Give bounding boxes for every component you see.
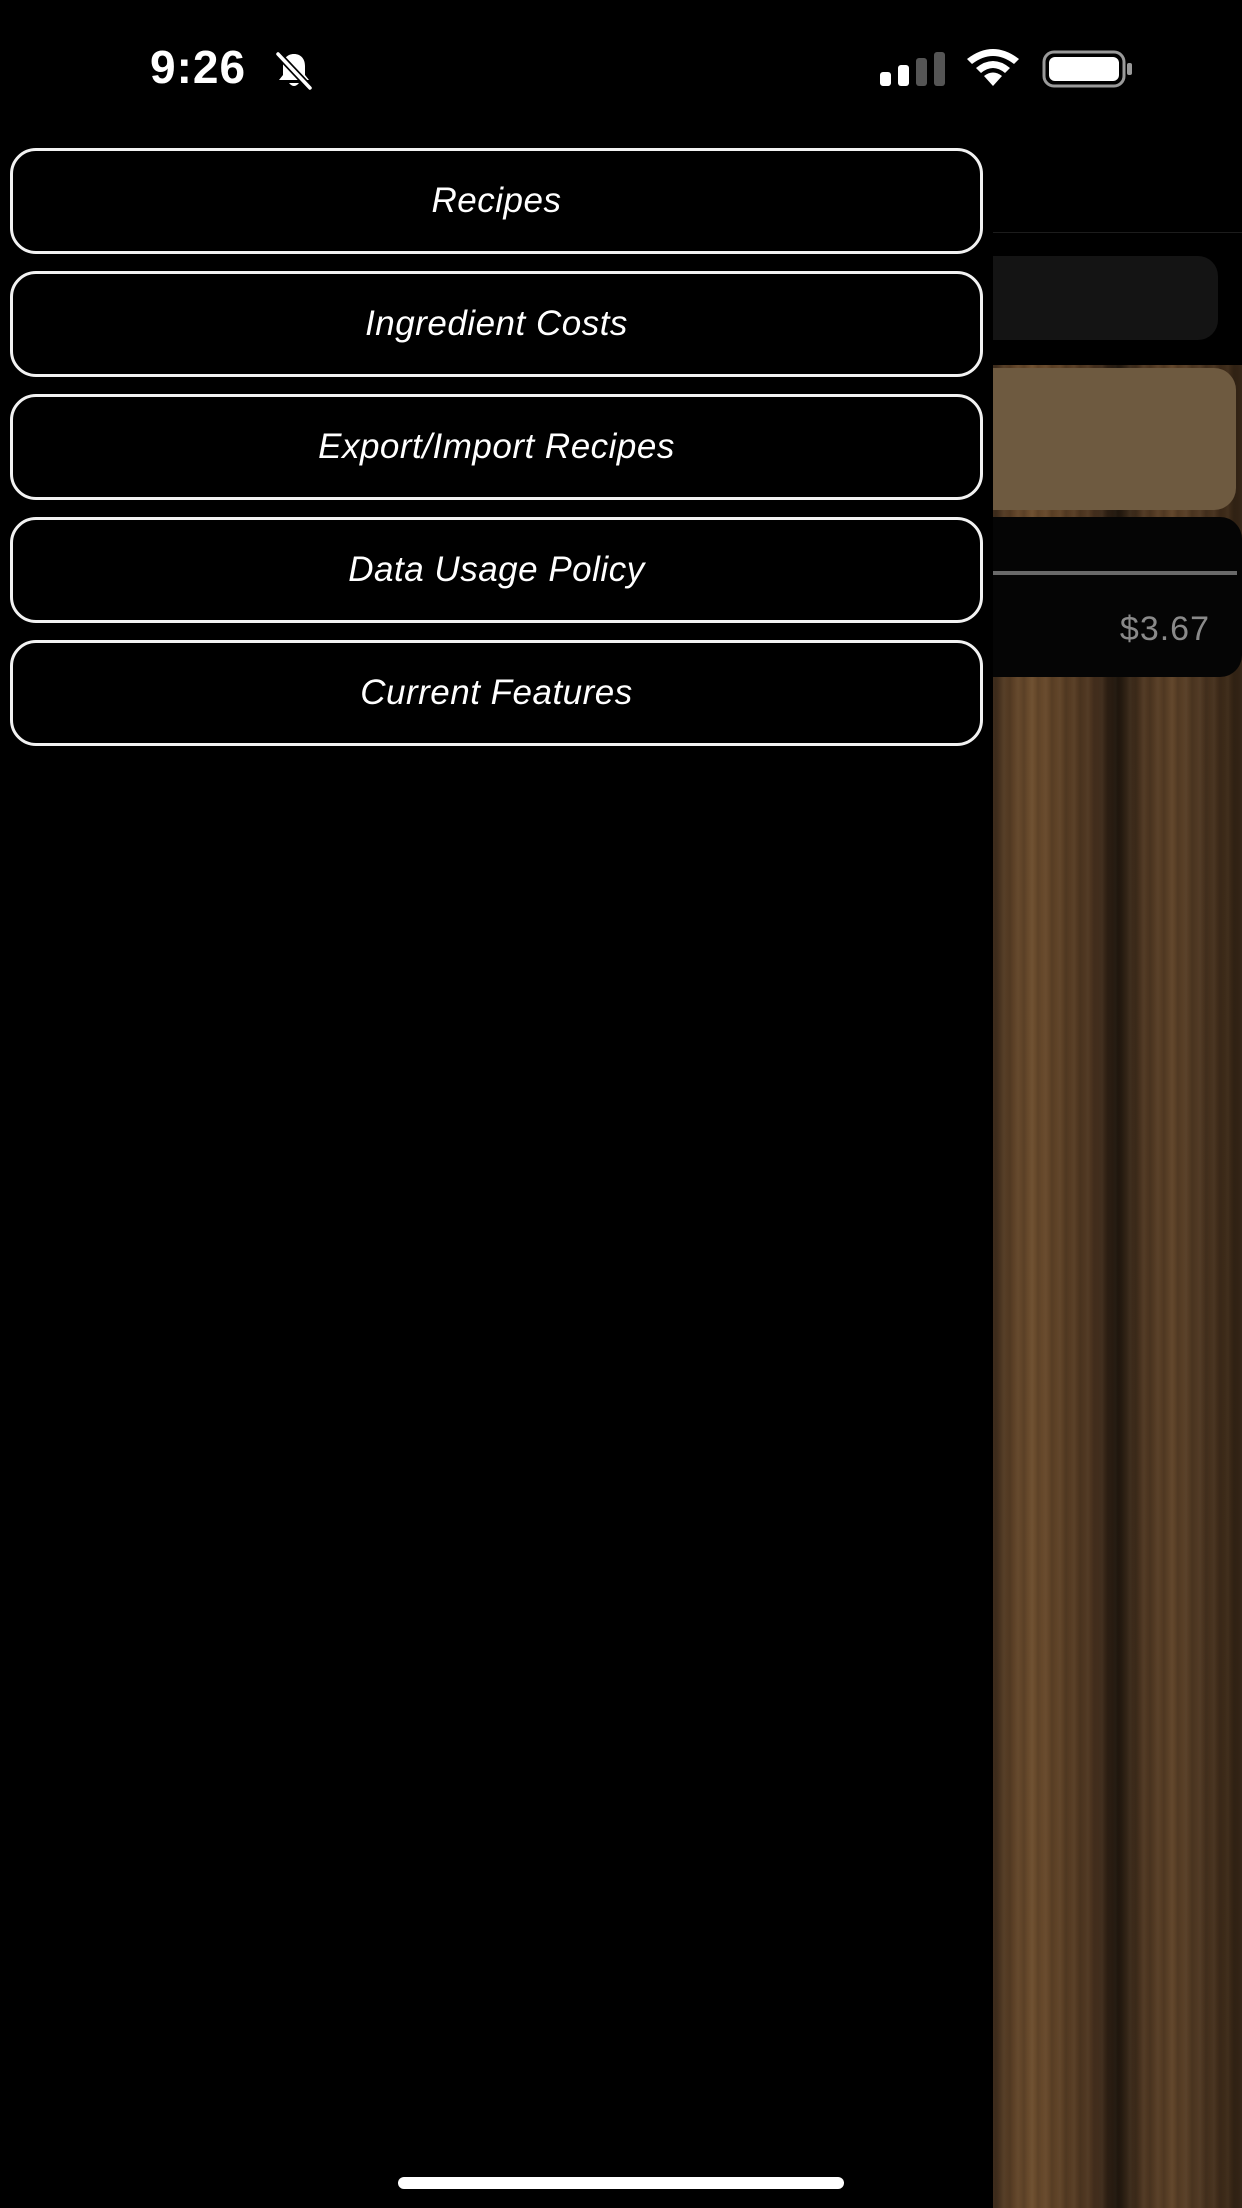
background-search-field[interactable] bbox=[993, 256, 1218, 340]
home-indicator[interactable] bbox=[398, 2177, 844, 2189]
status-time: 9:26 bbox=[150, 41, 247, 93]
menu-item-export-import-recipes[interactable]: Export/Import Recipes bbox=[10, 394, 983, 500]
side-menu: Recipes Ingredient Costs Export/Import R… bbox=[10, 148, 983, 763]
background-price-label: $3.67 bbox=[1119, 610, 1210, 648]
menu-item-data-usage-policy[interactable]: Data Usage Policy bbox=[10, 517, 983, 623]
menu-item-ingredient-costs[interactable]: Ingredient Costs bbox=[10, 271, 983, 377]
wifi-icon bbox=[967, 49, 1019, 86]
menu-item-recipes[interactable]: Recipes bbox=[10, 148, 983, 254]
background-divider bbox=[993, 571, 1237, 575]
status-bar: 9:26 bbox=[0, 0, 1242, 140]
menu-item-current-features[interactable]: Current Features bbox=[10, 640, 983, 746]
background-recipe-card[interactable] bbox=[993, 368, 1236, 510]
screen: $3.67 9:26 Recipes Ingredient Costs Expo… bbox=[0, 0, 1242, 2208]
bell-slash-icon bbox=[275, 51, 313, 91]
background-nav-bar bbox=[993, 150, 1242, 233]
cellular-signal-icon bbox=[880, 52, 945, 86]
background-app[interactable]: $3.67 bbox=[993, 0, 1242, 2208]
battery-icon bbox=[1042, 50, 1132, 88]
background-cost-card[interactable] bbox=[993, 517, 1242, 677]
